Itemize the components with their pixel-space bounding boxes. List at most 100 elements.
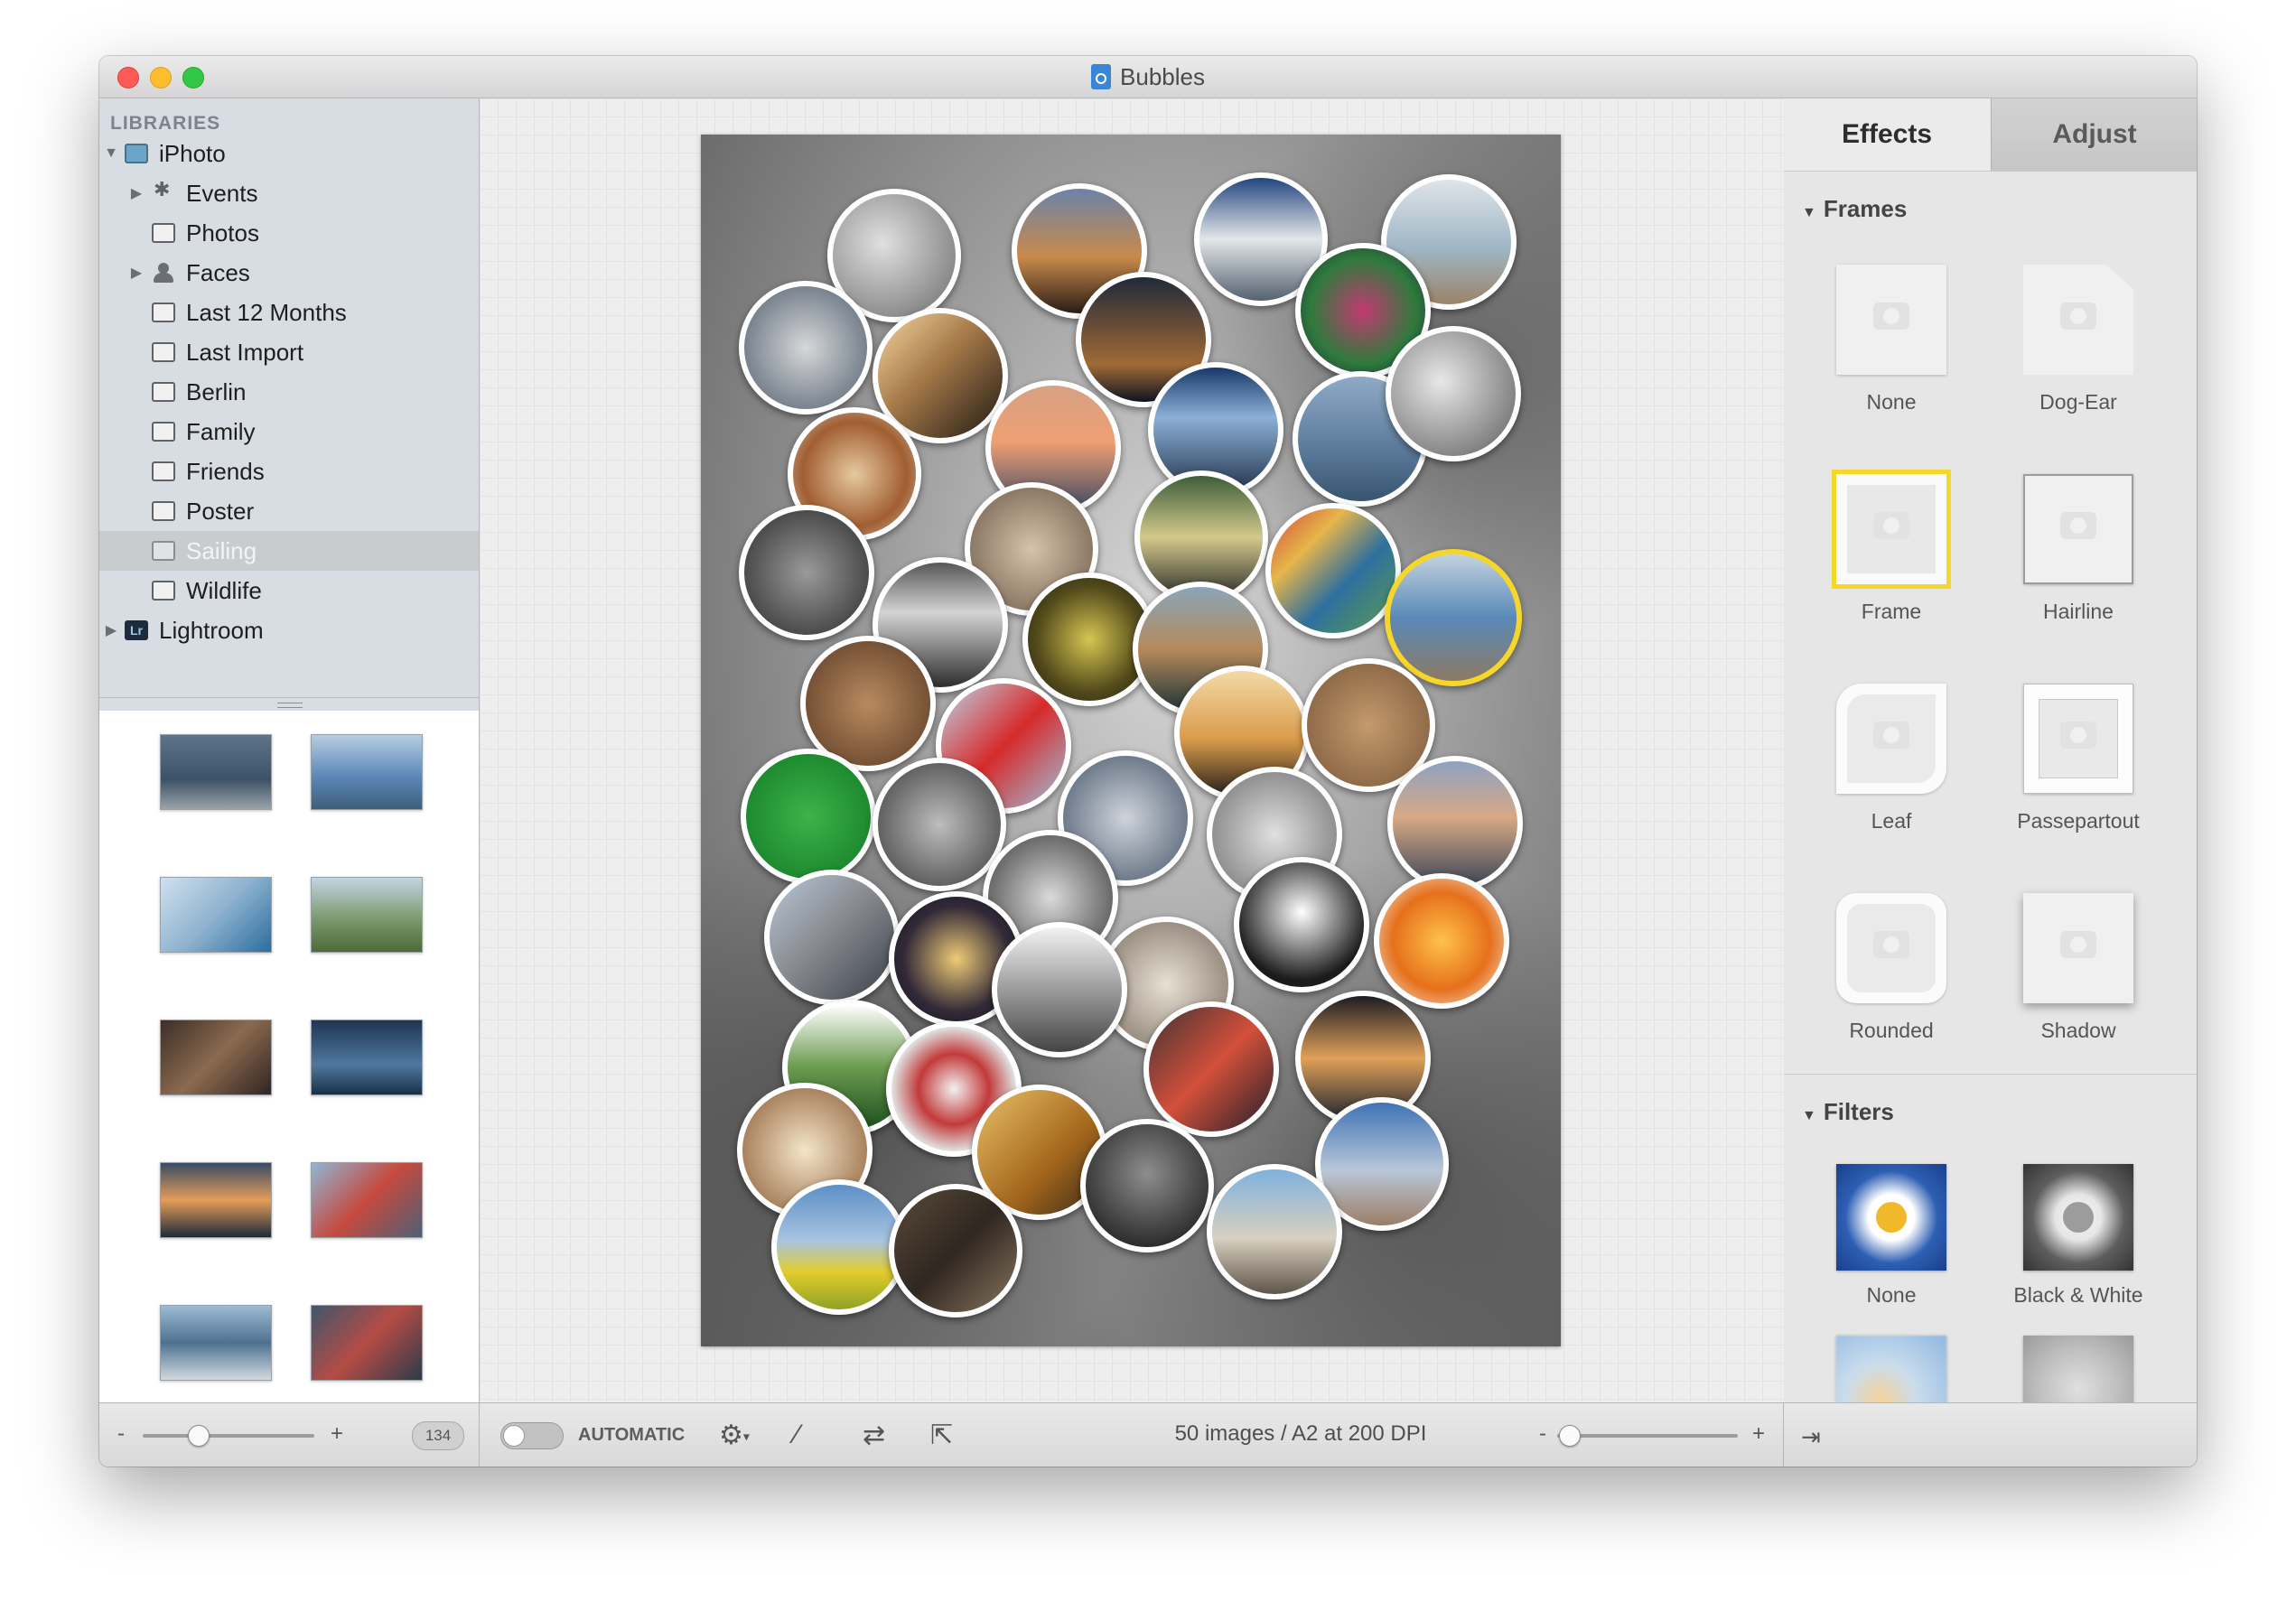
frame-shadow-tile[interactable] [2023, 893, 2133, 1003]
tab-adjust[interactable]: Adjust [1991, 98, 2197, 172]
poster-canvas[interactable] [701, 135, 1561, 1346]
photo-bubble[interactable] [764, 870, 900, 1005]
sidebar-item-family[interactable]: Family [99, 412, 479, 452]
frame-frame-tile-selected[interactable] [1836, 474, 1946, 584]
photo-thumbnail[interactable] [160, 1305, 272, 1381]
photo-bubble[interactable] [992, 922, 1127, 1057]
thumbnail-size-slider[interactable] [143, 1434, 314, 1438]
frames-title: Frames [1823, 195, 1908, 222]
zoom-in-icon[interactable]: + [331, 1421, 343, 1447]
photo-bubble-selected[interactable] [1385, 549, 1522, 686]
filters-section-header[interactable]: ▼ Filters [1802, 1098, 1894, 1126]
photo-bubble[interactable] [739, 281, 873, 414]
photo-bubble[interactable] [1386, 326, 1521, 461]
split-view-divider[interactable] [99, 697, 479, 711]
frame-label: Shadow [2040, 1019, 2116, 1042]
photo-bubble[interactable] [1234, 857, 1369, 992]
thumbnail-size-slider-knob[interactable] [188, 1425, 210, 1447]
bottom-toolbar: - + 134 AUTOMATIC ⚙▾ ⁄ ⇄ ⇱ 50 images / A… [99, 1402, 2197, 1467]
photo-thumbnail[interactable] [160, 1162, 272, 1238]
sidebar-item-wildlife[interactable]: Wildlife [99, 571, 479, 610]
photo-thumbnail[interactable] [160, 734, 272, 810]
sidebar-item-sailing[interactable]: Sailing [99, 531, 479, 571]
frame-dog-ear-tile[interactable] [2023, 265, 2133, 375]
zoom-out-icon[interactable]: - [117, 1421, 125, 1447]
share-icon[interactable]: ⇱ [930, 1420, 953, 1451]
canvas-zoom-out-icon[interactable]: - [1539, 1421, 1546, 1447]
sidebar-item-berlin[interactable]: Berlin [99, 372, 479, 412]
photo-bubble[interactable] [1080, 1119, 1214, 1252]
canvas-zoom-in-icon[interactable]: + [1752, 1421, 1765, 1447]
frame-leaf-tile[interactable] [1836, 684, 1946, 794]
libraries-header: LIBRARIES [110, 113, 221, 134]
sidebar-item-events[interactable]: ▶ Events [99, 173, 479, 213]
photo-count-badge: 134 [412, 1421, 464, 1450]
camera-icon [1873, 303, 1909, 330]
photo-bubble[interactable] [771, 1179, 907, 1315]
sidebar-item-last-import[interactable]: Last Import [99, 332, 479, 372]
frame-hairline-tile[interactable] [2023, 474, 2133, 584]
magic-wand-icon[interactable]: ⁄ [795, 1420, 799, 1450]
toggle-panel-icon[interactable]: ⇥ [1801, 1423, 1821, 1451]
photo-thumbnail[interactable] [311, 1020, 423, 1095]
disclosure-closed-icon[interactable]: ▶ [128, 264, 145, 282]
photo-bubble[interactable] [873, 758, 1006, 891]
shuffle-icon[interactable]: ⇄ [863, 1420, 885, 1451]
sidebar-item-label: Lightroom [159, 616, 264, 644]
sidebar-item-iphoto[interactable]: ▼ iPhoto [99, 134, 479, 173]
frame-label: Passepartout [2017, 809, 2140, 833]
photo-thumbnail[interactable] [311, 734, 423, 810]
disclosure-closed-icon[interactable]: ▶ [128, 184, 145, 202]
photo-bubble[interactable] [1387, 756, 1523, 891]
photo-thumbnail[interactable] [311, 1162, 423, 1238]
divider [479, 1403, 480, 1467]
automatic-label: AUTOMATIC [578, 1425, 686, 1445]
filter-blur-tile[interactable] [1836, 1336, 1946, 1402]
camera-icon [1873, 722, 1909, 749]
photo-thumbnail[interactable] [311, 1305, 423, 1381]
sidebar-item-faces[interactable]: ▶ Faces [99, 253, 479, 293]
filter-black-white-tile[interactable] [2023, 1164, 2133, 1271]
gear-menu-icon[interactable]: ⚙▾ [719, 1420, 750, 1451]
sidebar-item-friends[interactable]: Friends [99, 452, 479, 491]
frame-passepartout-tile[interactable] [2023, 684, 2133, 794]
photo-thumbnail[interactable] [160, 877, 272, 953]
sidebar-item-photos[interactable]: Photos [99, 213, 479, 253]
automatic-toggle[interactable] [500, 1422, 564, 1449]
sidebar-item-poster[interactable]: Poster [99, 491, 479, 531]
photo-bubble[interactable] [889, 1184, 1022, 1318]
library-tree: LIBRARIES ▼ iPhoto ▶ Events Photos ▶ Fac… [99, 98, 479, 694]
toggle-knob [503, 1425, 525, 1447]
photo-bubble[interactable] [1374, 873, 1509, 1009]
photo-bubble[interactable] [739, 505, 874, 640]
album-icon [152, 461, 175, 481]
panel-tabs: Effects Adjust [1784, 98, 2197, 172]
photo-bubble[interactable] [1265, 503, 1401, 638]
photo-thumbnail[interactable] [311, 877, 423, 953]
album-icon [152, 422, 175, 442]
photo-bubble[interactable] [741, 749, 876, 884]
disclosure-open-icon[interactable]: ▼ [103, 145, 119, 162]
tab-effects[interactable]: Effects [1784, 98, 1990, 171]
canvas-zoom-slider[interactable] [1557, 1434, 1738, 1438]
frames-section-header[interactable]: ▼ Frames [1802, 195, 1907, 223]
filter-none-tile[interactable] [1836, 1164, 1946, 1271]
lightroom-icon: Lr [125, 620, 148, 640]
photo-thumbnail[interactable] [160, 1020, 272, 1095]
title-bar: Bubbles [99, 56, 2197, 98]
inspector-panel: Effects Adjust ▼ Frames None Dog-Ear Fram… [1784, 98, 2197, 1402]
photo-bubble[interactable] [1207, 1164, 1342, 1299]
album-icon [152, 342, 175, 362]
canvas-zoom-slider-knob[interactable] [1559, 1425, 1581, 1447]
divider-grip-icon[interactable] [277, 703, 303, 708]
filter-label: None [1866, 1283, 1917, 1307]
sidebar-item-last-12-months[interactable]: Last 12 Months [99, 293, 479, 332]
disclosure-closed-icon[interactable]: ▶ [103, 621, 119, 639]
album-icon [152, 501, 175, 521]
sidebar-item-lightroom[interactable]: ▶ Lr Lightroom [99, 610, 479, 650]
frame-none-tile[interactable] [1836, 265, 1946, 375]
frame-rounded-tile[interactable] [1836, 893, 1946, 1003]
photo-bubble[interactable] [1143, 1001, 1279, 1137]
filter-gray-blur-tile[interactable] [2023, 1336, 2133, 1402]
sidebar-item-label: Faces [186, 258, 250, 286]
